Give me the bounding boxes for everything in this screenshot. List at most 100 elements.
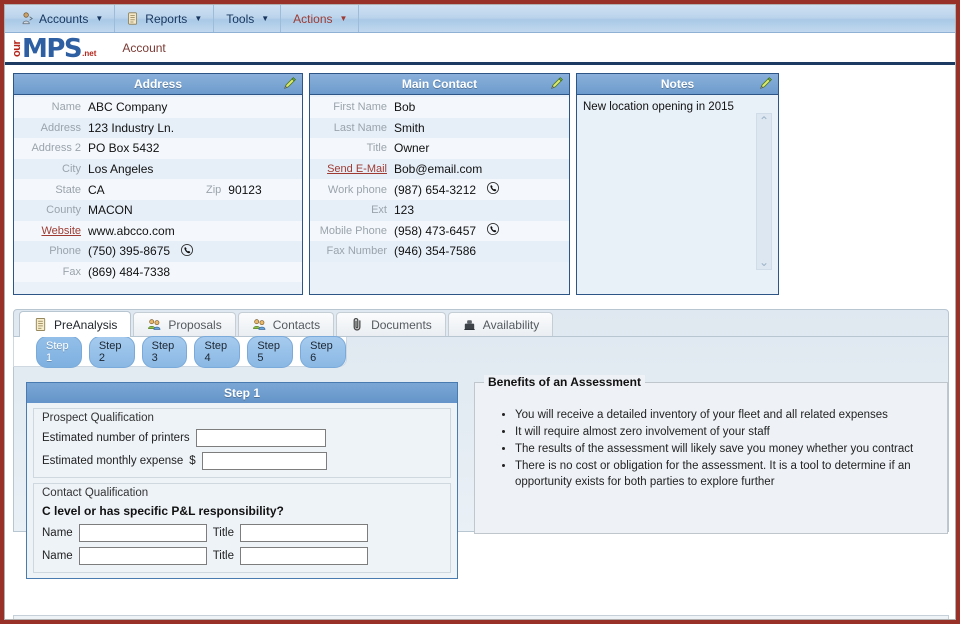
people-icon (252, 319, 266, 330)
panel-title: Notes (660, 77, 695, 91)
field-label: Ext (371, 204, 387, 217)
menu-item-label: Tools (226, 11, 255, 26)
field-value: www.abcco.com (88, 223, 175, 238)
field-value: 123 Industry Ln. (88, 120, 175, 135)
panel-title: Address (133, 77, 183, 91)
menu-item-reports[interactable]: Reports ▼ (115, 5, 215, 32)
step-form-panel: Step 1 Prospect Qualification Estimated … (26, 382, 458, 579)
field-value: 123 (394, 203, 415, 218)
printers-input[interactable] (195, 429, 326, 447)
main-contact-panel: Main Contact First Name Bob Last Name Sm… (309, 73, 570, 295)
benefits-item: The results of the assessment will likel… (515, 441, 937, 457)
field-label: Address 2 (31, 142, 81, 155)
printers-field-row: Estimated number of printers (42, 429, 442, 447)
title-input-1[interactable] (240, 524, 368, 542)
menu-item-label: Actions (293, 11, 333, 26)
chevron-down-icon: ▼ (95, 13, 104, 23)
field-row: Address 2 PO Box 5432 (14, 138, 302, 159)
tab-label: Availability (482, 317, 540, 332)
name-input-1[interactable] (78, 524, 207, 542)
step-pill-6[interactable]: Step 6 (300, 335, 346, 368)
field-value: Bob (394, 100, 416, 115)
phone-dial-icon[interactable] (180, 243, 194, 260)
field-row: County MACON (14, 199, 302, 221)
brand-bar: our MPS .net Account (5, 33, 955, 65)
logo[interactable]: our MPS .net (11, 35, 97, 62)
field-value: (750) 395-8675 (88, 244, 171, 259)
tab-proposals[interactable]: Proposals (133, 312, 236, 336)
menu-item-actions[interactable]: Actions ▼ (281, 5, 360, 32)
name-label: Name (42, 550, 73, 562)
section-title: Account (122, 40, 166, 55)
field-value: CA (88, 182, 105, 197)
contact-qualification-question: C level or has specific P&L responsibili… (42, 504, 284, 518)
field-value: MACON (88, 203, 133, 218)
logo-prefix: our (11, 40, 23, 57)
notes-text: New location opening in 2015 (583, 101, 734, 113)
field-value: Smith (394, 120, 425, 135)
expense-input[interactable] (201, 452, 327, 470)
step-pill-4[interactable]: Step 4 (194, 335, 241, 368)
address-panel: Address Name ABC Company Address 123 Ind… (13, 73, 303, 295)
pencil-icon[interactable] (758, 76, 773, 94)
field-value: Los Angeles (88, 162, 154, 177)
save-button[interactable]: Save (20, 619, 69, 620)
phone-dial-icon[interactable] (486, 181, 500, 198)
notes-scrollbar[interactable]: ⌃ ⌄ (756, 113, 772, 270)
title-label: Title (212, 550, 234, 562)
calendar-icon (464, 320, 475, 331)
paperclip-icon (353, 317, 361, 331)
tab-documents[interactable]: Documents (336, 312, 446, 336)
field-row-website: Website www.abcco.com (14, 220, 302, 242)
chevron-up-icon[interactable]: ⌃ (759, 115, 769, 127)
field-label: Fax (62, 266, 81, 279)
benefits-item: There is no cost or obligation for the a… (515, 458, 937, 490)
send-email-link[interactable]: Send E-Mail (310, 163, 394, 175)
step-pill-2[interactable]: Step 2 (88, 335, 135, 368)
name-label: Name (42, 527, 73, 539)
pencil-icon[interactable] (282, 76, 297, 94)
field-label: Mobile Phone (319, 224, 387, 237)
tab-availability[interactable]: Availability (447, 312, 554, 336)
benefits-item: It will require almost zero involvement … (515, 424, 937, 440)
field-row-state-zip: State CA Zip 90123 (14, 179, 302, 200)
benefits-panel: Benefits of an Assessment You will recei… (474, 375, 948, 534)
logo-suffix: .net (82, 48, 97, 58)
contact-row-2: Name Title (42, 547, 442, 565)
tab-preanalysis[interactable]: PreAnalysis (19, 311, 132, 337)
menu-item-label: Accounts (39, 11, 89, 26)
prospect-qualification-legend: Prospect Qualification (42, 412, 154, 424)
name-input-2[interactable] (78, 547, 207, 565)
tab-contacts[interactable]: Contacts (237, 312, 335, 336)
field-label: County (46, 204, 81, 217)
title-input-2[interactable] (240, 547, 368, 565)
step-pill-5[interactable]: Step 5 (247, 335, 294, 368)
menu-item-label: Reports (145, 11, 188, 26)
tab-label: Contacts (272, 317, 321, 332)
chevron-down-icon[interactable]: ⌄ (759, 256, 769, 268)
menu-item-tools[interactable]: Tools ▼ (214, 5, 282, 32)
chevron-down-icon: ▼ (194, 13, 203, 23)
field-label: Last Name (333, 121, 387, 134)
menu-item-accounts[interactable]: Accounts ▼ (9, 5, 116, 32)
prospect-qualification-group: Prospect Qualification Estimated number … (33, 408, 451, 478)
website-link[interactable]: Website (14, 225, 88, 237)
chevron-down-icon: ▼ (339, 13, 348, 23)
action-bar: Save (13, 615, 949, 620)
main-contact-panel-body: First Name Bob Last Name Smith Title Own… (310, 95, 569, 262)
field-value: PO Box 5432 (88, 141, 160, 156)
contact-qualification-group: Contact Qualification C level or has spe… (33, 483, 451, 573)
contact-row-1: Name Title (42, 524, 442, 542)
pencil-icon[interactable] (549, 76, 564, 94)
field-value: (869) 484-7338 (88, 265, 171, 280)
tab-strip: PreAnalysis Proposals Contacts Documents… (14, 310, 948, 337)
tab-label: PreAnalysis (54, 317, 118, 332)
phone-dial-icon[interactable] (486, 222, 500, 239)
app-window: Accounts ▼ Reports ▼ Tools ▼ Actions ▼ o… (4, 4, 956, 620)
step-pill-3[interactable]: Step 3 (141, 335, 188, 368)
title-label: Title (212, 527, 234, 539)
benefits-item: You will receive a detailed inventory of… (515, 407, 937, 423)
notes-text-area[interactable]: New location opening in 2015 ⌃ ⌄ (577, 95, 778, 293)
step-pill-1[interactable]: Step 1 (36, 335, 82, 368)
contact-qualification-legend: Contact Qualification (42, 487, 149, 499)
